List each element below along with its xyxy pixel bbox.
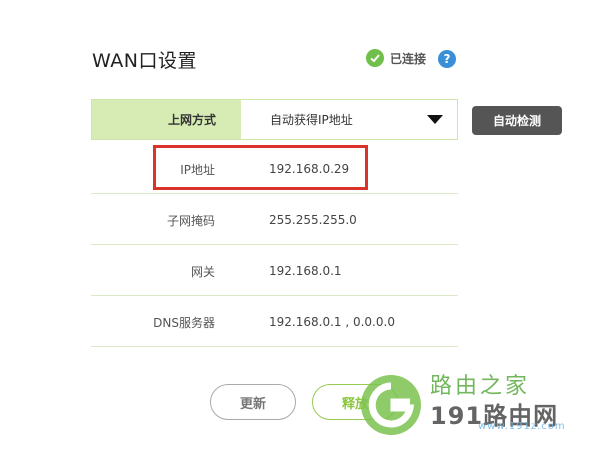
ip-highlight-box <box>153 145 368 190</box>
connection-type-label: 上网方式 <box>92 100 241 139</box>
wan-settings-page: WAN口设置 已连接 ? 上网方式 自动获得IP地址 自动检测 IP地址 192… <box>0 0 600 450</box>
dns-server-label: DNS服务器 <box>153 315 215 330</box>
connection-type-row: 上网方式 自动获得IP地址 <box>91 99 458 140</box>
watermark-logo-icon <box>361 375 421 435</box>
connection-type-value: 自动获得IP地址 <box>270 113 353 127</box>
refresh-button[interactable]: 更新 <box>210 384 296 420</box>
auto-detect-button[interactable]: 自动检测 <box>472 106 562 135</box>
gateway-value: 192.168.0.1 <box>269 264 342 278</box>
watermark-text-3: www.191z.com <box>478 421 566 432</box>
gateway-label: 网关 <box>190 264 215 279</box>
watermark: 路由之家 191路由网 www.191z.com <box>356 364 600 450</box>
gateway-row: 网关 192.168.0.1 <box>91 247 458 296</box>
subnet-mask-value: 255.255.255.0 <box>269 213 357 227</box>
check-circle-icon <box>366 49 384 67</box>
page-title: WAN口设置 <box>92 50 197 72</box>
dns-server-value: 192.168.0.1 , 0.0.0.0 <box>269 315 395 329</box>
subnet-mask-row: 子网掩码 255.255.255.0 <box>91 196 458 245</box>
status-text: 已连接 <box>390 51 427 66</box>
connection-type-select[interactable]: 自动获得IP地址 <box>241 100 457 139</box>
connection-status: 已连接 <box>366 49 426 67</box>
chevron-down-icon <box>427 115 443 124</box>
question-circle-icon[interactable]: ? <box>438 50 456 68</box>
subnet-mask-label: 子网掩码 <box>166 213 215 228</box>
dns-server-row: DNS服务器 192.168.0.1 , 0.0.0.0 <box>91 298 458 347</box>
